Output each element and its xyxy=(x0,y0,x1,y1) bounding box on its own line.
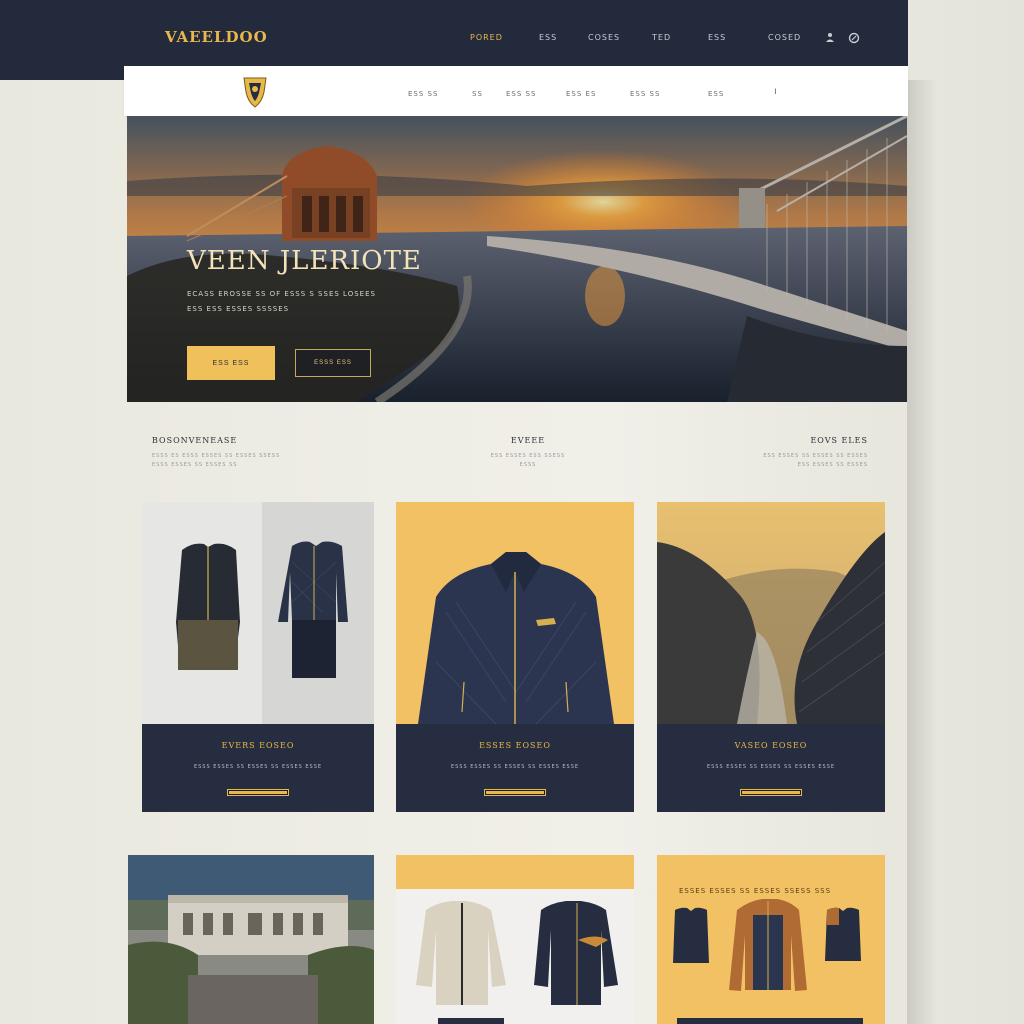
feature-text: ESSS ES ESSS ESSES SS ESSES SSESS xyxy=(152,453,281,459)
feature-title: EVEEE xyxy=(510,436,546,445)
product-image xyxy=(657,502,885,724)
user-icon[interactable] xyxy=(826,32,834,45)
feature-text: ESSS ESSES SS ESSES SS xyxy=(152,462,238,468)
product-description: ESSS ESSES SS ESSES SS ESSES ESSE xyxy=(193,764,323,770)
bottom-card-1[interactable] xyxy=(128,855,374,1024)
palace-image xyxy=(128,855,374,1024)
product-image xyxy=(142,502,374,724)
crest-logo-icon[interactable] xyxy=(242,74,268,108)
collection-image xyxy=(657,855,885,1024)
nav-link-5[interactable]: ESS xyxy=(708,33,726,42)
product-button[interactable] xyxy=(485,790,545,795)
product-info-panel: ESSES EOSEO ESSS ESSES SS ESSES SS ESSES… xyxy=(396,724,634,812)
product-card-3[interactable]: VASEO EOSEO ESSS ESSES SS ESSES SS ESSES… xyxy=(657,502,885,812)
sub-nav-1[interactable]: ESS SS xyxy=(408,90,438,98)
product-title: EVERS EOSEO xyxy=(221,741,295,750)
nav-link-4[interactable]: TED xyxy=(652,33,671,42)
sub-nav-5[interactable]: ESS SS xyxy=(630,90,660,98)
feature-title: EOVS ELES xyxy=(810,436,868,445)
nav-link-3[interactable]: COSES xyxy=(588,33,620,42)
nav-link-2[interactable]: ESS xyxy=(539,33,557,42)
jackets-image xyxy=(396,855,634,1024)
bottom-card-3[interactable]: ESSES ESSES SS ESSES SSESS SSS xyxy=(657,855,885,1024)
nav-link-6[interactable]: COSED xyxy=(768,33,801,42)
nav-link-1[interactable]: PORED xyxy=(470,33,503,42)
secondary-header: ESS SS SS ESS SS ESS ES ESS SS ESS ı xyxy=(124,66,908,116)
hero-title: VEEN JLERIOTE xyxy=(187,246,422,276)
bottom-card-2[interactable] xyxy=(396,855,634,1024)
sub-nav-2[interactable]: SS xyxy=(472,90,483,98)
feature-title: BOSONVENEASE xyxy=(152,436,238,445)
brand-logo[interactable]: VAEELDOO xyxy=(165,28,268,46)
product-card-2[interactable]: ESSES EOSEO ESSS ESSES SS ESSES SS ESSES… xyxy=(396,502,634,812)
page-shadow xyxy=(907,80,937,1024)
sub-nav-6[interactable]: ESS xyxy=(708,90,724,98)
bottom-card-button[interactable] xyxy=(438,1018,504,1024)
hero-banner: VEEN JLERIOTE ECASS EROSSE SS OF ESSS S … xyxy=(127,116,907,402)
product-title: ESSES EOSEO xyxy=(479,741,551,750)
product-description: ESSS ESSES SS ESSES SS ESSES ESSE xyxy=(450,764,580,770)
product-image xyxy=(396,502,634,724)
sub-nav-4[interactable]: ESS ES xyxy=(566,90,596,98)
feature-text: ESS ESSES ESS SSESS xyxy=(490,453,566,459)
search-icon[interactable] xyxy=(848,32,860,47)
bottom-banner-text: ESSES ESSES SS ESSES SSESS SSS xyxy=(679,887,832,895)
product-info-panel: EVERS EOSEO ESSS ESSES SS ESSES SS ESSES… xyxy=(142,724,374,812)
cursor-icon: ı xyxy=(774,86,778,97)
feature-text: ESS ESSES SS ESSES SS ESSES xyxy=(763,453,868,459)
feature-2: EVEEE ESS ESSES ESS SSESS ESSS xyxy=(478,436,578,468)
bottom-card-button[interactable] xyxy=(677,1018,863,1024)
product-button[interactable] xyxy=(741,790,801,795)
hero-primary-button[interactable]: ESS ESS xyxy=(187,346,275,380)
hero-subtitle-2: ESS ESS ESSES SSSSES xyxy=(187,305,290,313)
feature-1: BOSONVENEASE ESSS ES ESSS ESSES SS ESSES… xyxy=(152,436,280,468)
feature-3: EOVS ELES ESS ESSES SS ESSES SS ESSES ES… xyxy=(676,436,868,468)
product-description: ESSS ESSES SS ESSES SS ESSES ESSE xyxy=(706,764,836,770)
product-info-panel: VASEO EOSEO ESSS ESSES SS ESSES SS ESSES… xyxy=(657,724,885,812)
hero-secondary-button[interactable]: ESSS ESS xyxy=(295,349,371,377)
feature-text: ESSS xyxy=(519,462,537,468)
sub-nav-3[interactable]: ESS SS xyxy=(506,90,536,98)
product-title: VASEO EOSEO xyxy=(734,741,808,750)
feature-text: ESS ESSES SS ESSES xyxy=(797,462,868,468)
product-button[interactable] xyxy=(228,790,288,795)
hero-subtitle: ECASS EROSSE SS OF ESSS S SSES LOSEES xyxy=(187,290,376,298)
product-card-1[interactable]: EVERS EOSEO ESSS ESSES SS ESSES SS ESSES… xyxy=(142,502,374,812)
